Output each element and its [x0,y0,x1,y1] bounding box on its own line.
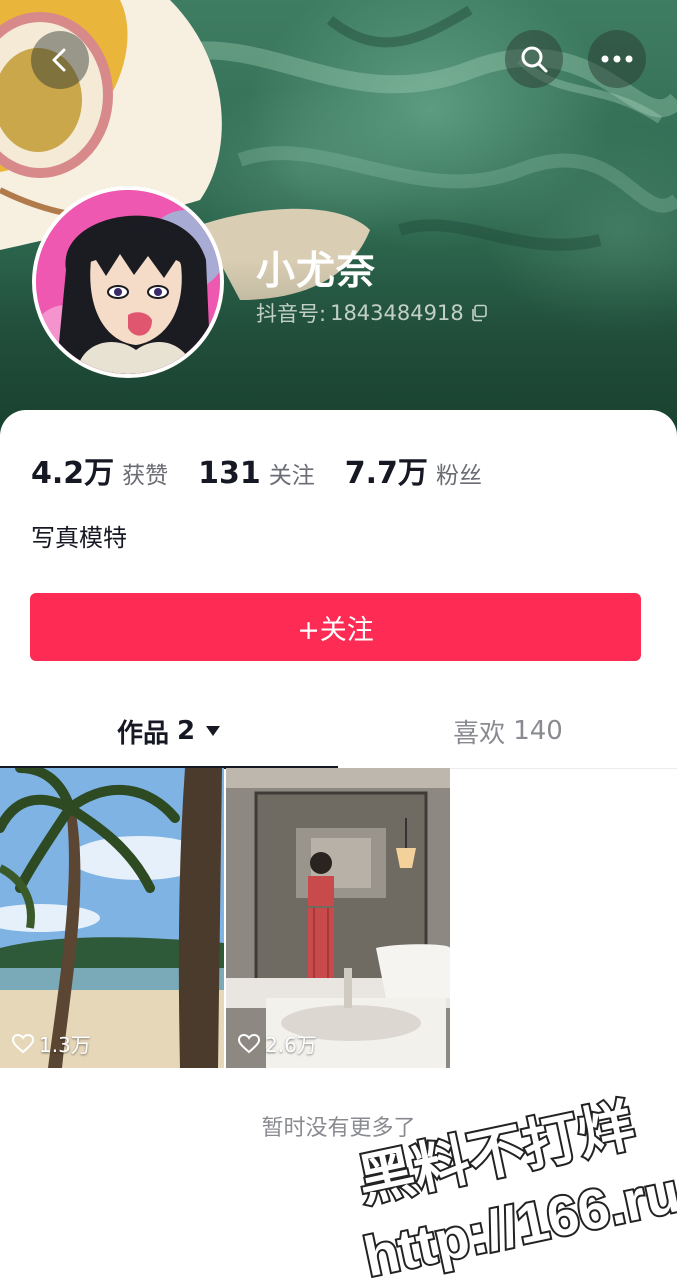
stat-value: 4.2万 [31,456,115,491]
caret-down-icon [205,725,221,737]
video-thumbnail[interactable]: 2.6万 [226,768,450,1068]
tab-works[interactable]: 作品 2 [0,694,338,768]
video-like-value: 1.3万 [39,1033,91,1057]
heart-icon [238,1033,260,1054]
stats-row: 4.2万 获赞 131 关注 7.7万 粉丝 [31,448,512,492]
content-tabs: 作品 2 喜欢 140 [0,694,677,769]
more-dots-icon [600,54,634,64]
copy-icon[interactable] [470,304,488,322]
profile-bio: 写真模特 [31,524,127,552]
stat-label: 关注 [268,463,315,489]
search-icon [519,44,549,74]
heart-icon [12,1033,34,1054]
stat-followers[interactable]: 7.7万 粉丝 [345,448,482,492]
watermark-overlay: 黑料不打烊 http://166.run [351,1091,677,1280]
video-grid: 1.3万 2.6万 [0,768,677,1068]
stat-following[interactable]: 131 关注 [198,456,315,491]
account-id-label: 抖音号: [256,302,327,326]
video-cover-beach [0,768,224,1068]
avatar[interactable] [32,186,224,378]
tab-count: 140 [513,716,563,746]
video-thumbnail[interactable]: 1.3万 [0,768,224,1068]
video-cover-bathroom [226,768,450,1068]
stat-likes[interactable]: 4.2万 获赞 [31,448,168,492]
tab-count: 2 [176,716,196,746]
tab-label: 作品 [116,718,169,749]
chevron-left-icon [47,47,73,73]
stat-label: 获赞 [122,463,169,489]
video-like-count: 2.6万 [238,1029,317,1058]
stat-value: 131 [198,456,261,491]
account-id-row[interactable]: 抖音号: 1843484918 [256,298,488,328]
avatar-illustration [36,190,220,374]
account-id-value: 1843484918 [330,301,464,325]
profile-nickname: 小尤奈 [256,249,377,294]
search-button[interactable] [505,30,563,88]
tab-label: 喜欢 [453,718,506,749]
back-button[interactable] [31,31,89,89]
tab-liked[interactable]: 喜欢 140 [339,694,677,768]
stat-label: 粉丝 [435,463,482,489]
stat-value: 7.7万 [344,456,428,491]
more-button[interactable] [588,30,646,88]
video-like-value: 2.6万 [265,1033,317,1057]
follow-button[interactable]: +关注 [30,593,641,661]
video-like-count: 1.3万 [12,1029,91,1058]
